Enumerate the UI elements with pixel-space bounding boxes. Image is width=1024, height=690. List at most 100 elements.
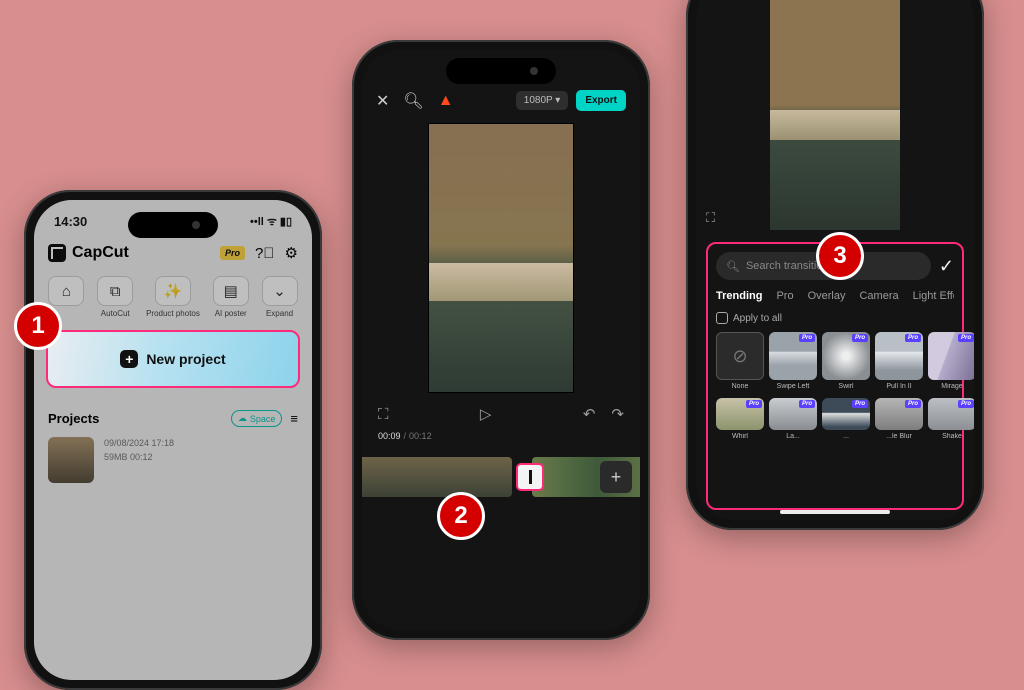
playback-controls: ⛶ ▷ ↶ ↷ [362,393,640,427]
transition-pull-in[interactable]: ProPull In II [875,332,923,390]
transition-row2d[interactable]: Pro...le Blur [875,398,923,440]
pro-tag: Pro [799,334,815,342]
confirm-icon[interactable]: ✓ [939,256,954,277]
capcut-logo-icon [48,244,66,262]
transition-thumb: Pro [928,398,974,430]
new-project-button[interactable]: + New project [46,330,300,388]
tab-light-effects[interactable]: Light Effects [913,290,954,302]
stack-icon [716,312,728,324]
preview-area: ⛶ [696,0,974,230]
transition-row2b[interactable]: Pro La... [769,398,817,440]
transition-node[interactable] [516,463,544,491]
time-current: 00:09 [378,431,401,441]
project-meta: 09/08/2024 17:18 59MB 00:12 [104,437,174,464]
plus-icon: + [120,350,138,368]
transition-thumb: Pro [875,332,923,380]
transition-thumb: Pro [769,332,817,380]
tab-overlay[interactable]: Overlay [808,290,846,302]
apply-to-all-toggle[interactable]: Apply to all [716,312,954,324]
tool-autocut[interactable]: ⧉ AutoCut [97,276,133,318]
project-thumbnail [48,437,94,483]
tab-pro[interactable]: Pro [776,290,793,302]
video-preview[interactable] [428,123,574,393]
phone-2-frame: ✕ 🔍︎ ▲ 1080P ▾ Export ⛶ ▷ ↶ ↷ 00:09 / 00… [352,40,650,640]
none-icon: ⊘ [716,332,764,380]
fullscreen-icon[interactable]: ⛶ [706,210,715,226]
app-title: CapCut [48,244,129,262]
transition-swirl[interactable]: ProSwirl [822,332,870,390]
pro-tag: Pro [799,400,815,408]
tab-camera[interactable]: Camera [859,290,898,302]
tool-product-photos[interactable]: ✨Product photos [146,276,200,318]
transition-tabs: Trending Pro Overlay Camera Light Effect… [716,290,954,302]
expand-icon: ⌄ [262,276,298,306]
transition-whirl[interactable]: ProWhirl [716,398,764,440]
tool-row: ⌂ ⧉ AutoCut ✨Product photos ▤AI poster ⌄ E… [34,270,312,320]
dynamic-island [446,58,556,84]
close-icon[interactable]: ✕ [376,91,389,111]
transition-thumb: Pro [822,332,870,380]
sort-icon[interactable]: ≡ [290,411,298,426]
transition-none[interactable]: ⊘None [716,332,764,390]
video-preview[interactable] [770,0,900,230]
tool-autocut-label: AutoCut [101,309,130,318]
autocut-icon: ⧉ [97,276,133,306]
transitions-panel: 🔍︎ Search transitions ✓ Trending Pro Ove… [706,242,964,510]
help-icon[interactable]: ?⃝ [255,245,275,262]
app-name: CapCut [72,244,129,262]
fullscreen-icon[interactable]: ⛶ [378,406,389,423]
timeline[interactable]: + [362,451,640,505]
settings-icon[interactable]: ⚙ [285,244,298,262]
phone-2-screen: ✕ 🔍︎ ▲ 1080P ▾ Export ⛶ ▷ ↶ ↷ 00:09 / 00… [362,50,640,630]
resolution-button[interactable]: 1080P ▾ [516,91,569,110]
transition-row2c-label: ... [822,433,870,440]
play-icon[interactable]: ▷ [480,405,492,423]
projects-header: Projects ☁Space ≡ [34,398,312,433]
tool-expand[interactable]: ⌄ Expand [262,276,298,318]
project-item[interactable]: 09/08/2024 17:18 59MB 00:12 [34,433,312,487]
transitions-row-1: ⊘None ProSwipe Left ProSwirl ProPull In … [716,332,954,390]
tool-expand-label: Expand [266,309,293,318]
transition-row2e[interactable]: Pro Shake [928,398,974,440]
phone-1-screen: 14:30 ••llᯤ▮▯ CapCut Pro ?⃝ ⚙ ⌂ ⧉ AutoCut… [34,200,312,680]
pro-tag: Pro [746,400,762,408]
pro-tag: Pro [905,334,921,342]
projects-title: Projects [48,411,99,426]
undo-icon[interactable]: ↶ [583,405,596,423]
home-indicator [780,510,890,514]
transition-thumb: Pro [822,398,870,430]
project-size-duration: 59MB 00:12 [104,451,174,465]
new-project-label: New project [146,351,225,367]
redo-icon[interactable]: ↷ [611,405,624,423]
pro-tag: Pro [852,334,868,342]
space-chip[interactable]: ☁Space [231,410,283,427]
step-badge-2: 2 [437,492,485,540]
transition-mirage-label: Mirage [928,383,974,390]
step-badge-3: 3 [816,232,864,280]
transition-swipe-left[interactable]: ProSwipe Left [769,332,817,390]
flame-icon[interactable]: ▲ [438,92,454,110]
status-bar: 14:30 ••llᯤ▮▯ [34,200,312,236]
status-time: 14:30 [54,214,87,229]
phone-1-frame: 14:30 ••llᯤ▮▯ CapCut Pro ?⃝ ⚙ ⌂ ⧉ AutoCut… [24,190,322,690]
transition-mirage[interactable]: ProMirage [928,332,974,390]
transition-row2c[interactable]: Pro... [822,398,870,440]
tool-ai-poster[interactable]: ▤AI poster [213,276,249,318]
add-clip-button[interactable]: + [600,461,632,493]
tab-trending[interactable]: Trending [716,290,762,302]
apply-to-all-label: Apply to all [733,313,782,324]
search-icon[interactable]: 🔍︎ [403,91,423,111]
transition-row2e-label: Shake [928,433,974,440]
export-button[interactable]: Export [576,90,626,111]
transition-thumb: Pro [716,398,764,430]
space-label: Space [250,414,276,424]
pro-tag: Pro [958,400,974,408]
camera-icon: ⌂ [48,276,84,306]
clip-1[interactable] [362,457,512,497]
transition-row2b-label: La... [769,433,817,440]
pro-badge[interactable]: Pro [220,246,245,260]
transition-thumb: Pro [769,398,817,430]
product-icon: ✨ [155,276,191,306]
poster-icon: ▤ [213,276,249,306]
pro-tag: Pro [852,400,868,408]
